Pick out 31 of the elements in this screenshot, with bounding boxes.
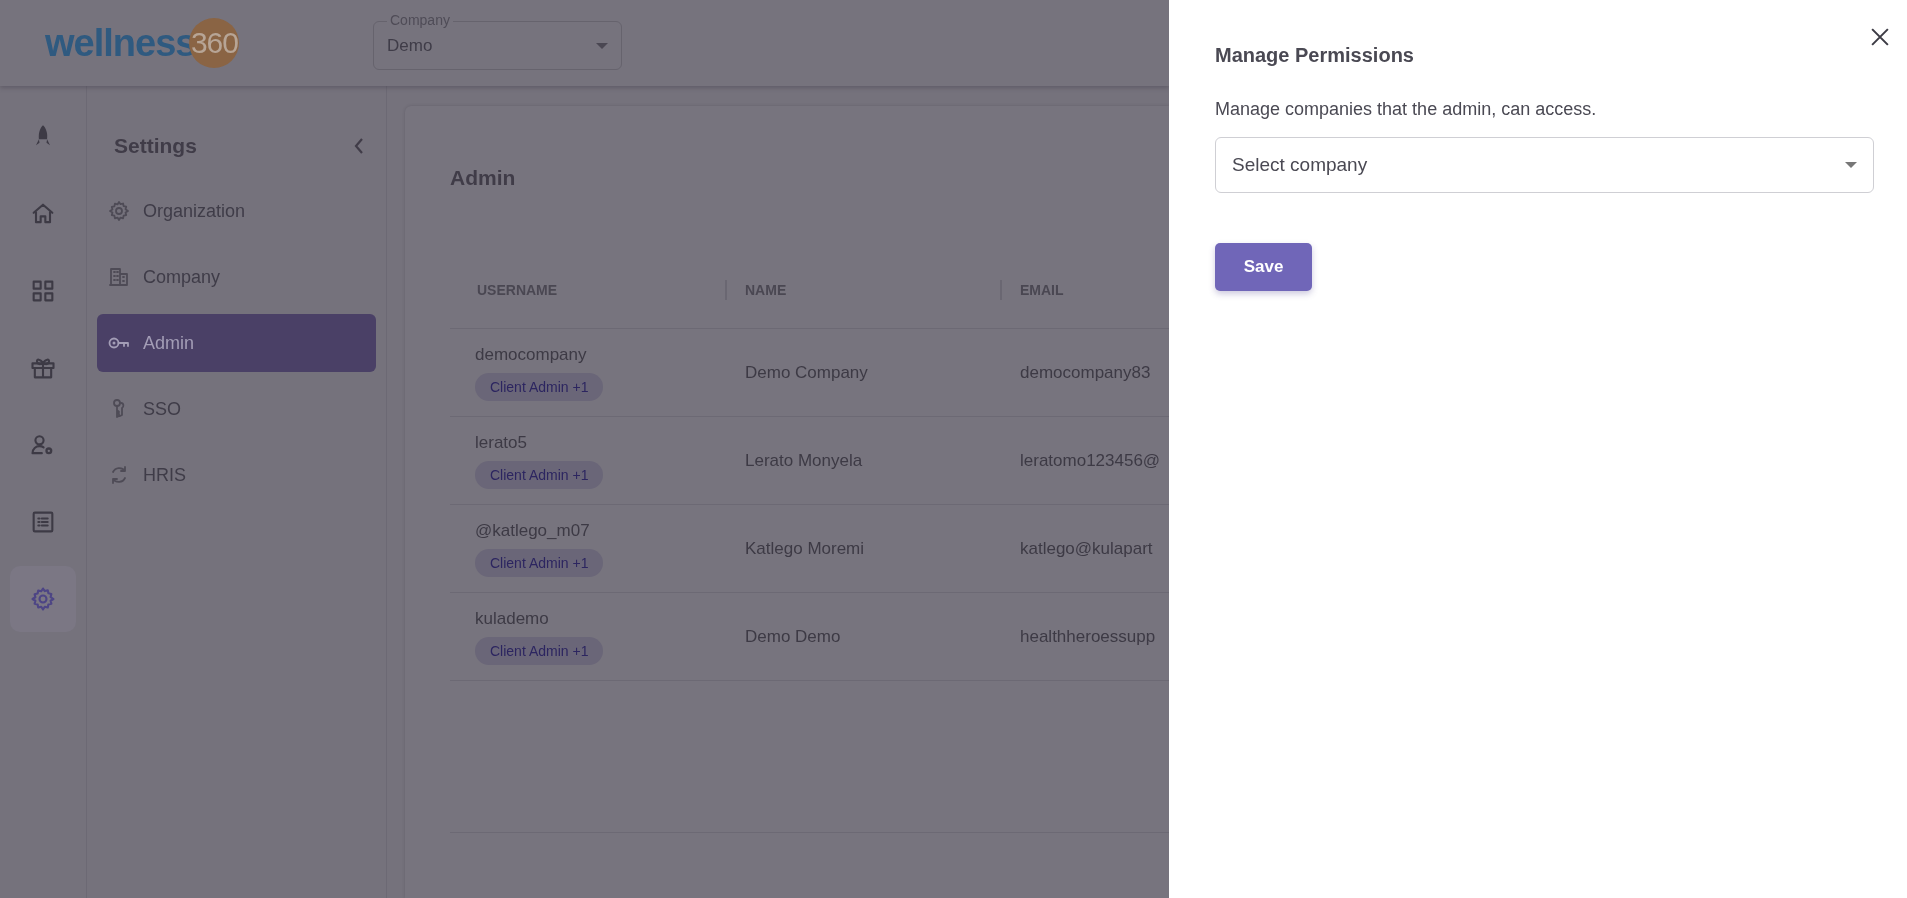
table-cell: kulademo	[475, 608, 549, 629]
caret-icon	[1845, 162, 1857, 168]
table-cell: healthheroessupp	[1020, 626, 1156, 646]
role-chip: Client Admin +1	[475, 372, 604, 401]
table-cell: Katlego Moremi	[745, 538, 865, 558]
table-cell: @katlego_m07	[475, 520, 590, 541]
building-icon	[107, 265, 131, 289]
company-select[interactable]: Select company	[1215, 137, 1874, 193]
save-button[interactable]: Save	[1215, 243, 1312, 291]
logo: wellness360	[45, 18, 245, 68]
table-cell: lerato5	[475, 432, 527, 453]
role-chip: Client Admin +1	[475, 548, 604, 577]
settings-item[interactable]: Admin	[97, 314, 376, 372]
table-cell: Demo Company	[745, 362, 868, 382]
table-cell: leratomo123456@	[1020, 450, 1161, 470]
role-chip: Client Admin +1	[475, 460, 604, 489]
settings-icon	[107, 199, 131, 223]
drawer-title: Manage Permissions	[1215, 44, 1415, 67]
drawer-description: Manage companies that the admin, can access.	[1215, 99, 1598, 120]
table-cell: katlego@kulapart	[1020, 538, 1153, 558]
caret-icon	[596, 43, 608, 49]
table-cell: democompany	[475, 344, 587, 365]
settings-icon	[29, 585, 57, 613]
table-cell: Lerato Monyela	[745, 450, 863, 470]
rail-button[interactable]	[10, 566, 76, 632]
role-chip: Client Admin +1	[475, 636, 604, 665]
table-cell: democompany83	[1020, 362, 1151, 382]
table-cell: Demo Demo	[745, 626, 841, 646]
collapse-icon[interactable]	[354, 138, 364, 154]
page-title: Admin	[450, 166, 517, 191]
close-icon[interactable]	[1871, 28, 1889, 46]
